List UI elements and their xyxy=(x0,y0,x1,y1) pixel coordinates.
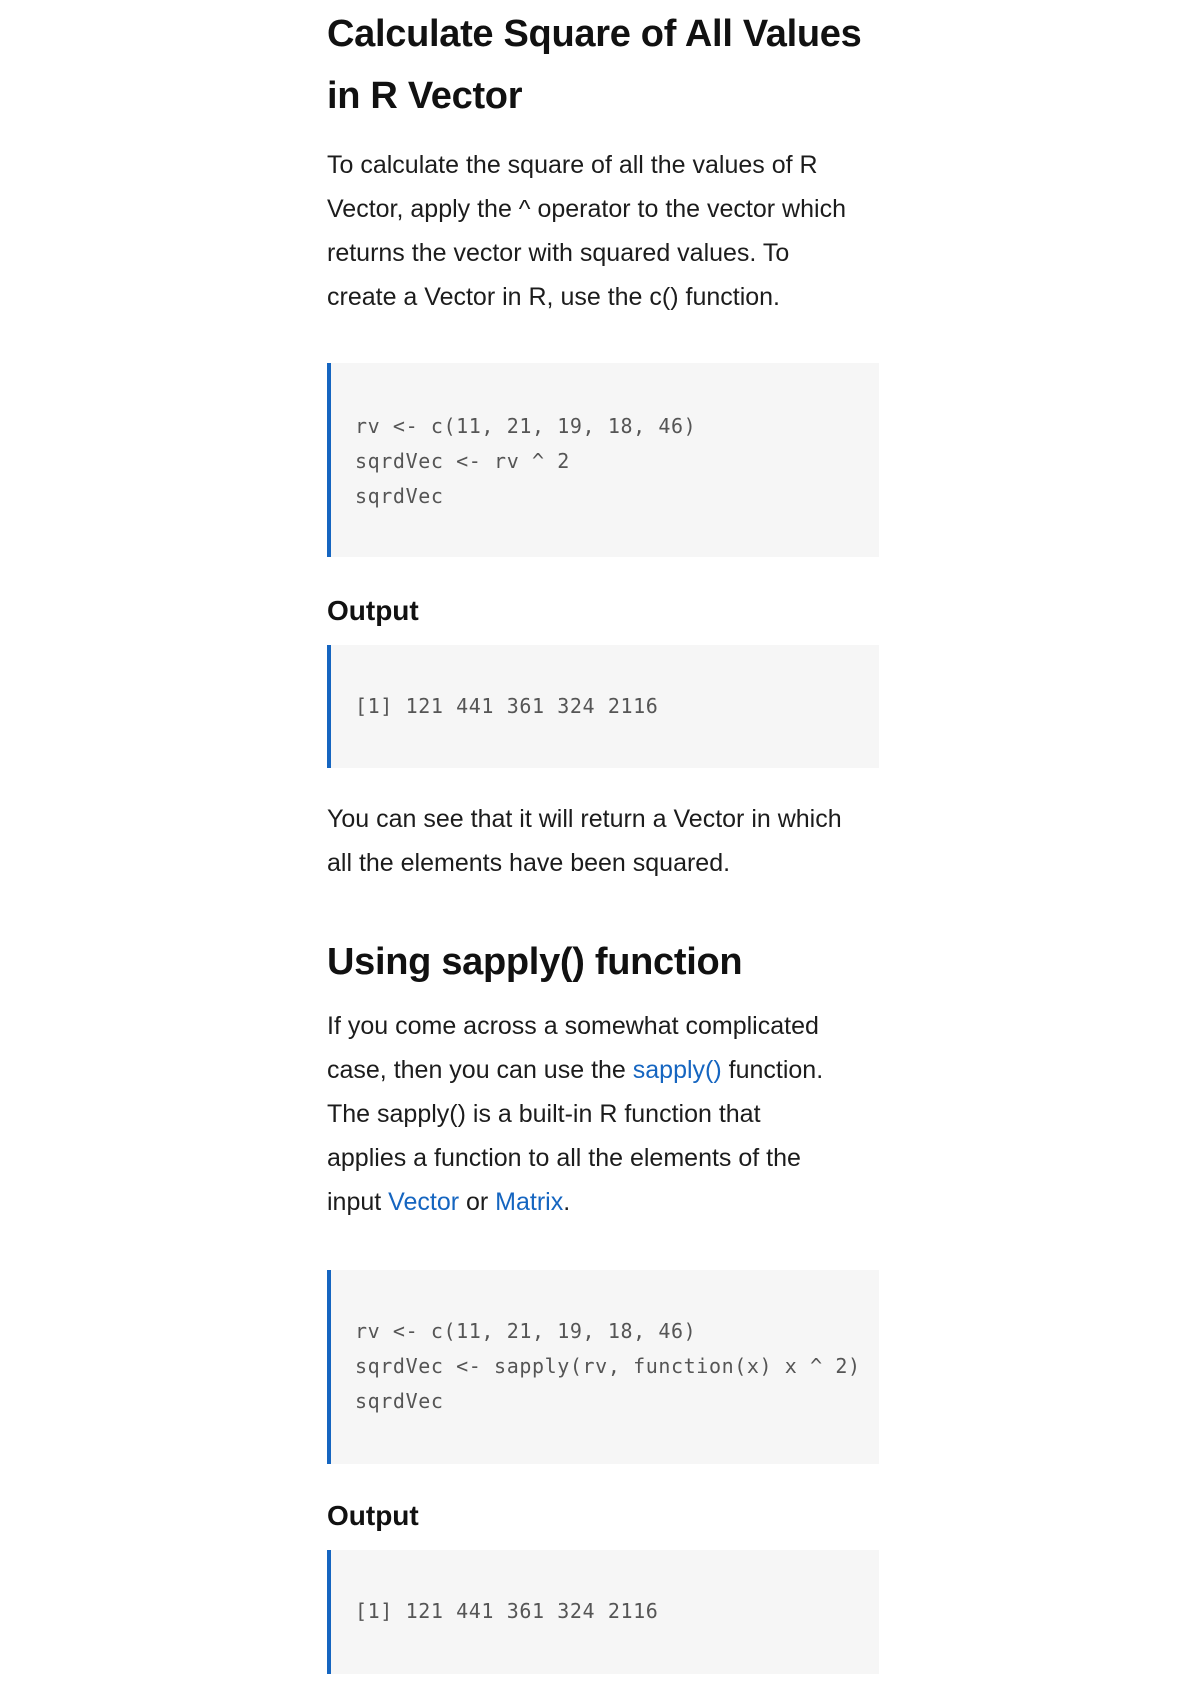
paragraph-text: function. xyxy=(721,1056,824,1084)
paragraph-line: create a Vector in R, use the c() functi… xyxy=(327,283,781,311)
output-line: [1] 121 441 361 324 2116 xyxy=(355,1599,659,1623)
paragraph-line: The sapply() is a built-in R function th… xyxy=(327,1092,927,1136)
code-line: rv <- c(11, 21, 19, 18, 46) xyxy=(355,414,697,438)
paragraph-line: If you come across a somewhat complicate… xyxy=(327,1004,927,1048)
output-heading: Output xyxy=(327,595,419,626)
output-block[interactable]: [1] 121 441 361 324 2116 xyxy=(327,1550,879,1674)
output-block[interactable]: [1] 121 441 361 324 2116 xyxy=(327,645,879,768)
code-line: sqrdVec xyxy=(355,484,444,508)
code-block[interactable]: rv <- c(11, 21, 19, 18, 46) sqrdVec <- r… xyxy=(327,363,879,557)
section-2-paragraph: If you come across a somewhat complicate… xyxy=(327,1004,927,1224)
code-block[interactable]: rv <- c(11, 21, 19, 18, 46) sqrdVec <- s… xyxy=(327,1270,879,1464)
paragraph-text: If you come across a somewhat complicate… xyxy=(327,1012,819,1040)
paragraph-line: input Vector or Matrix. xyxy=(327,1180,927,1224)
paragraph-line: case, then you can use the sapply() func… xyxy=(327,1048,927,1092)
paragraph-text: . xyxy=(563,1188,571,1216)
paragraph-text: The sapply() is a built-in R function th… xyxy=(327,1100,761,1128)
paragraph-line: To calculate the square of all the value… xyxy=(327,151,818,179)
section-1-title-line-1: Calculate Square of All Values xyxy=(327,13,862,55)
paragraph-text: applies a function to all the elements o… xyxy=(327,1144,801,1172)
paragraph-line: returns the vector with squared values. … xyxy=(327,239,790,267)
paragraph-line: applies a function to all the elements o… xyxy=(327,1136,927,1180)
section-1-result-paragraph: You can see that it will return a Vector… xyxy=(327,797,927,885)
paragraph-line: all the elements have been squared. xyxy=(327,849,731,877)
section-1-title-line-2: in R Vector xyxy=(327,75,523,117)
section-2-title: Using sapply() function xyxy=(327,941,743,983)
output-line: [1] 121 441 361 324 2116 xyxy=(355,694,659,718)
section-1-paragraph: To calculate the square of all the value… xyxy=(327,143,927,319)
sapply-link[interactable]: sapply() xyxy=(633,1056,722,1084)
code-line: sqrdVec <- sapply(rv, function(x) x ^ 2) xyxy=(355,1354,861,1378)
paragraph-text: input xyxy=(327,1188,389,1216)
paragraph-line: You can see that it will return a Vector… xyxy=(327,805,842,833)
paragraph-text: or xyxy=(459,1188,496,1216)
matrix-link[interactable]: Matrix xyxy=(495,1188,563,1216)
paragraph-text: case, then you can use the xyxy=(327,1056,633,1084)
code-line: rv <- c(11, 21, 19, 18, 46) xyxy=(355,1319,697,1343)
code-line: sqrdVec <- rv ^ 2 xyxy=(355,449,570,473)
paragraph-line: Vector, apply the ^ operator to the vect… xyxy=(327,195,846,223)
vector-link[interactable]: Vector xyxy=(388,1188,459,1216)
output-heading: Output xyxy=(327,1500,419,1531)
code-line: sqrdVec xyxy=(355,1389,444,1413)
